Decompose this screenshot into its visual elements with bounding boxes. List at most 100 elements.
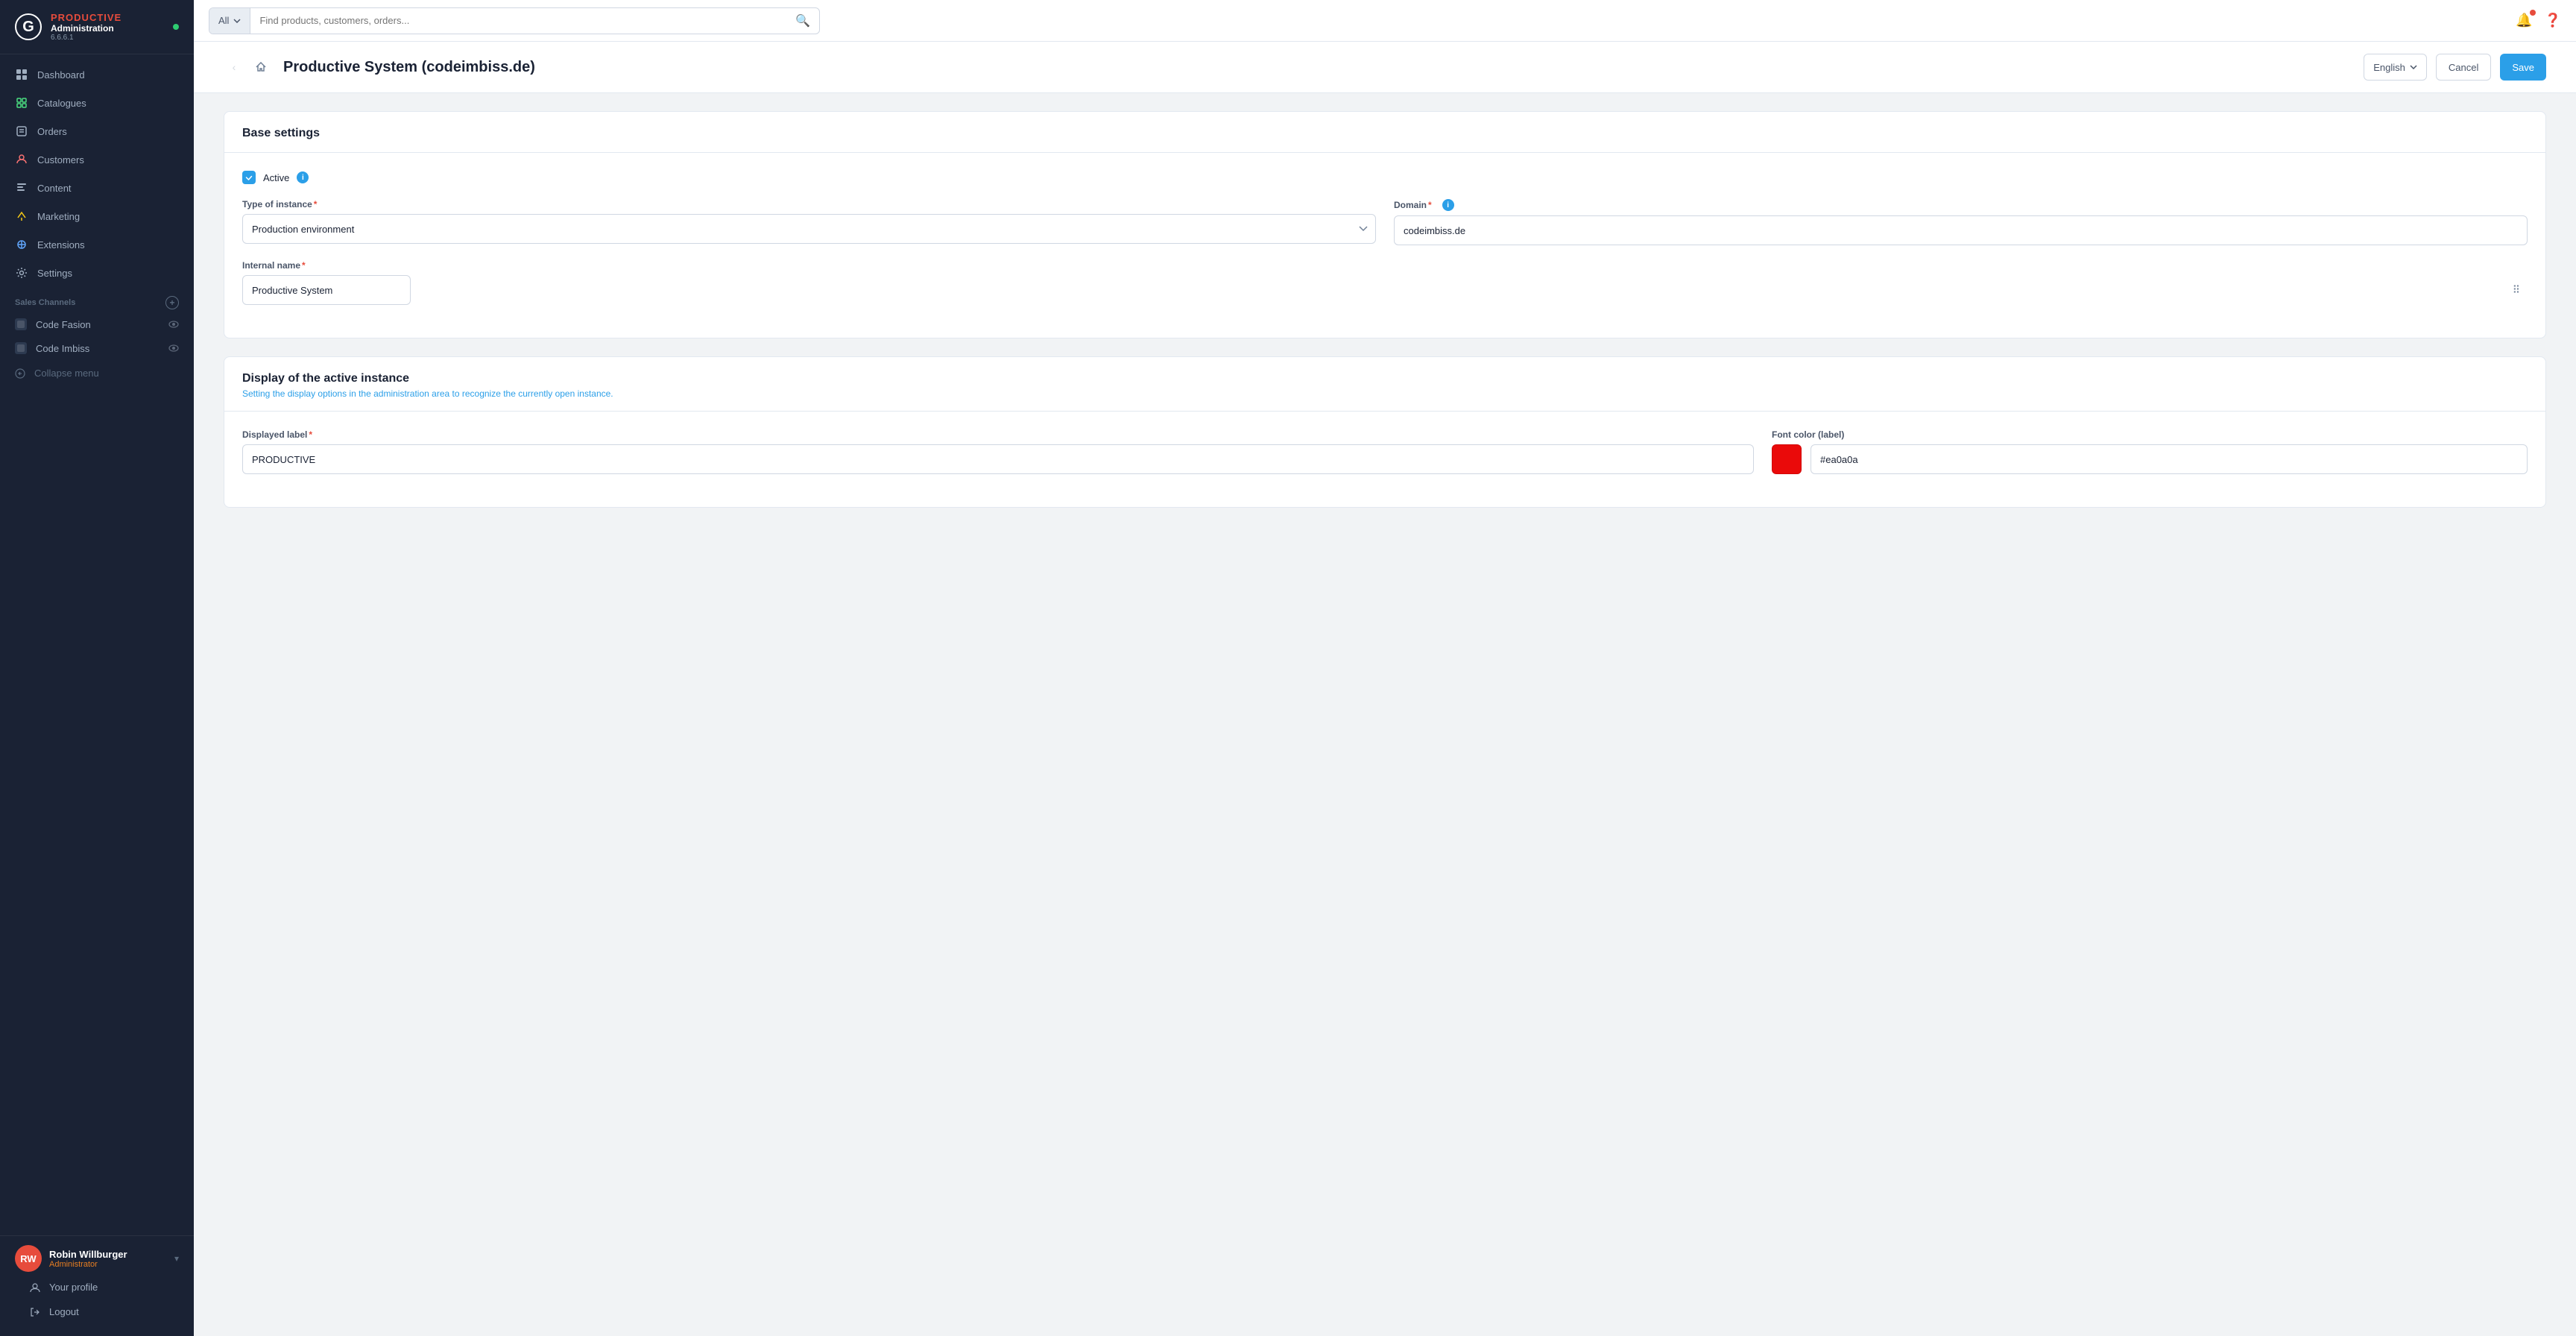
sidebar-logo: G PRODUCTIVE Administration 6.6.6.1: [0, 0, 194, 54]
cancel-button[interactable]: Cancel: [2436, 54, 2491, 81]
page-header: ‹ Productive System (codeimbiss.de) Engl…: [194, 42, 2576, 93]
catalogue-icon: [15, 96, 28, 110]
sidebar-item-label: Content: [37, 183, 72, 194]
type-of-instance-label: Type of instance*: [242, 199, 1376, 209]
display-label-color-row: Displayed label* Font color (label): [242, 429, 2528, 474]
app-subtitle: Administration: [51, 23, 121, 34]
display-settings-body: Displayed label* Font color (label): [224, 412, 2545, 507]
channel-icon: [15, 318, 27, 330]
sidebar-item-catalogues[interactable]: Catalogues: [0, 89, 194, 117]
help-icon[interactable]: ❓: [2545, 13, 2561, 28]
type-of-instance-select[interactable]: Production environmentStaging environmen…: [242, 214, 1376, 244]
settings-icon: [15, 266, 28, 280]
displayed-label-input[interactable]: [242, 444, 1754, 474]
search-input[interactable]: [250, 15, 786, 26]
channel-icon: [15, 342, 27, 354]
content-icon: [15, 181, 28, 195]
chevron-down-icon: ▾: [174, 1253, 179, 1264]
app-name: PRODUCTIVE: [51, 12, 121, 23]
extensions-icon: [15, 238, 28, 251]
eye-icon[interactable]: [168, 343, 179, 354]
search-filter-button[interactable]: All: [209, 8, 250, 34]
search-wrapper: All 🔍: [209, 7, 820, 34]
sidebar-item-settings[interactable]: Settings: [0, 259, 194, 287]
orders-icon: [15, 125, 28, 138]
user-menu-toggle[interactable]: RW Robin Willburger Administrator ▾: [15, 1245, 179, 1272]
language-selector[interactable]: English: [2364, 54, 2427, 81]
sidebar-item-label: Settings: [37, 268, 72, 279]
topbar: All 🔍 🔔 ❓: [194, 0, 2576, 42]
sidebar-item-marketing[interactable]: Marketing: [0, 202, 194, 230]
app-logo-icon: G: [15, 13, 42, 40]
sidebar-item-customers[interactable]: Customers: [0, 145, 194, 174]
app-version: 6.6.6.1: [51, 34, 121, 42]
sales-channels-label: Sales Channels +: [0, 287, 194, 312]
internal-name-input[interactable]: [242, 275, 411, 305]
main-content: All 🔍 🔔 ❓ ‹: [194, 0, 2576, 1336]
domain-label-row: Domain* i: [1394, 199, 2528, 211]
content-area: Base settings Active i: [194, 93, 2576, 526]
save-button[interactable]: Save: [2500, 54, 2546, 81]
sidebar-item-content[interactable]: Content: [0, 174, 194, 202]
domain-input[interactable]: [1394, 215, 2528, 245]
domain-label: Domain*: [1394, 200, 1432, 210]
back-button[interactable]: ‹: [224, 57, 244, 78]
customers-icon: [15, 153, 28, 166]
topbar-actions: 🔔 ❓: [2516, 13, 2561, 28]
base-settings-body: Active i Type of instance* Production en…: [224, 153, 2545, 338]
internal-name-group: Internal name* ⠿: [242, 260, 2528, 305]
search-filter-label: All: [218, 15, 229, 26]
sidebar-item-dashboard[interactable]: Dashboard: [0, 60, 194, 89]
sidebar-item-orders[interactable]: Orders: [0, 117, 194, 145]
active-info-icon[interactable]: i: [297, 171, 309, 183]
displayed-label-label: Displayed label*: [242, 429, 1754, 440]
sidebar-item-label: Marketing: [37, 211, 80, 222]
font-color-label: Font color (label): [1772, 429, 2528, 440]
sidebar-item-label: Dashboard: [37, 69, 85, 81]
sidebar-item-label: Orders: [37, 126, 67, 137]
page-content: ‹ Productive System (codeimbiss.de) Engl…: [194, 42, 2576, 1336]
nav-arrows: ‹: [224, 57, 271, 78]
color-value-input[interactable]: [1811, 444, 2528, 474]
sidebar: G PRODUCTIVE Administration 6.6.6.1 Dash…: [0, 0, 194, 1336]
add-sales-channel-button[interactable]: +: [165, 296, 179, 309]
notifications-icon[interactable]: 🔔: [2516, 13, 2532, 28]
app-logo-text: PRODUCTIVE Administration 6.6.6.1: [51, 12, 121, 42]
eye-icon[interactable]: [168, 319, 179, 330]
sidebar-footer: RW Robin Willburger Administrator ▾ Your…: [0, 1235, 194, 1336]
dashboard-icon: [15, 68, 28, 81]
channel-label: Code Imbiss: [36, 343, 89, 354]
displayed-label-group: Displayed label*: [242, 429, 1754, 474]
sidebar-item-label: Extensions: [37, 239, 85, 250]
sidebar-item-code-imbiss[interactable]: Code Imbiss: [0, 336, 194, 360]
status-indicator: [173, 24, 179, 30]
logout-link[interactable]: Logout: [15, 1299, 179, 1324]
internal-name-input-wrapper: ⠿: [242, 275, 2528, 305]
color-swatch[interactable]: [1772, 444, 1802, 474]
home-button[interactable]: [250, 57, 271, 78]
display-settings-subtitle: Setting the display options in the admin…: [242, 388, 2528, 399]
color-picker-row: [1772, 444, 2528, 474]
user-name: Robin Willburger: [49, 1249, 167, 1260]
channel-label: Code Fasion: [36, 319, 91, 330]
user-details: Robin Willburger Administrator: [49, 1249, 167, 1269]
base-settings-card: Base settings Active i: [224, 111, 2546, 338]
active-checkbox[interactable]: [242, 171, 256, 184]
user-role: Administrator: [49, 1260, 167, 1269]
sidebar-item-label: Catalogues: [37, 98, 86, 109]
base-settings-title: Base settings: [242, 127, 320, 139]
type-of-instance-group: Type of instance* Production environment…: [242, 199, 1376, 245]
sidebar-item-extensions[interactable]: Extensions: [0, 230, 194, 259]
base-settings-header: Base settings: [224, 112, 2545, 153]
internal-name-row: Internal name* ⠿: [242, 260, 2528, 305]
domain-info-icon[interactable]: i: [1442, 199, 1454, 211]
font-color-group: Font color (label): [1772, 429, 2528, 474]
internal-name-label: Internal name*: [242, 260, 2528, 271]
active-row: Active i: [242, 171, 2528, 184]
your-profile-link[interactable]: Your profile: [15, 1275, 179, 1299]
collapse-menu-button[interactable]: Collapse menu: [0, 360, 194, 386]
search-button[interactable]: 🔍: [786, 8, 819, 34]
type-domain-row: Type of instance* Production environment…: [242, 199, 2528, 245]
main-nav: Dashboard Catalogues Orders: [0, 54, 194, 1235]
sidebar-item-code-fasion[interactable]: Code Fasion: [0, 312, 194, 336]
